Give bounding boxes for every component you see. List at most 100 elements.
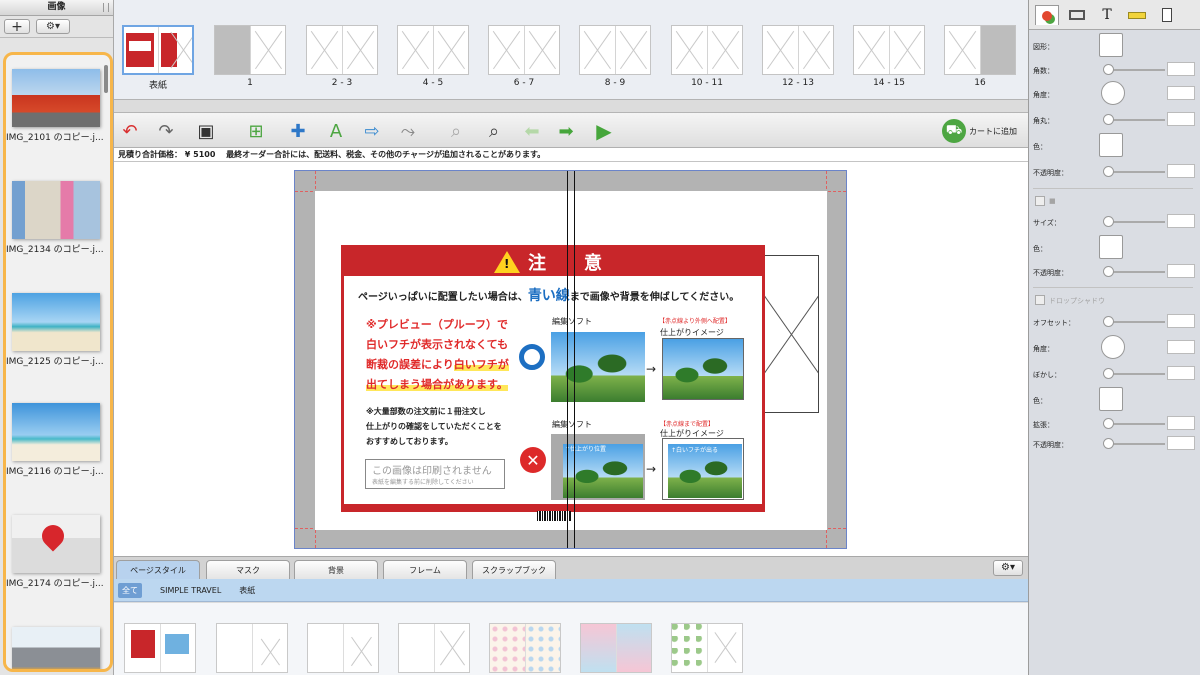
ruler-tab-icon[interactable] [1125, 5, 1149, 25]
template-thumb[interactable] [124, 623, 196, 673]
angle-field[interactable] [1167, 86, 1195, 100]
template-thumb[interactable] [489, 623, 561, 673]
shadow-spread-field[interactable] [1167, 416, 1195, 430]
photo-frame-placeholder[interactable] [763, 255, 819, 413]
border-opacity-slider[interactable] [1103, 266, 1114, 277]
border-opacity-field[interactable] [1167, 264, 1195, 278]
tab-page-style[interactable]: ページスタイル [116, 560, 200, 580]
filter-cover[interactable]: 表紙 [239, 585, 255, 596]
border-size-field[interactable] [1167, 214, 1195, 228]
fill-color-swatch[interactable] [1099, 133, 1123, 157]
image-thumbnail[interactable] [12, 293, 100, 351]
import-icon[interactable]: ⤳ [396, 119, 420, 143]
template-thumb[interactable] [398, 623, 470, 673]
list-item[interactable]: IMG_2101 のコピー.j... [6, 69, 107, 143]
text-tab-icon[interactable]: T [1095, 5, 1119, 25]
image-thumbnail[interactable] [12, 403, 100, 461]
border-size-slider[interactable] [1103, 216, 1114, 227]
page-thumb[interactable]: 6 - 7 [488, 25, 560, 88]
template-thumb[interactable] [307, 623, 379, 673]
add-page-icon[interactable]: ⊞ [244, 119, 268, 143]
zoom-out-icon[interactable]: ⌕ [444, 119, 468, 143]
shadow-offset-slider[interactable] [1103, 316, 1114, 327]
shadow-spread-slider[interactable] [1103, 418, 1114, 429]
page-thumb[interactable]: 12 - 13 [762, 25, 834, 88]
template-thumb[interactable] [580, 623, 652, 673]
page-thumb[interactable]: 1 [214, 25, 286, 88]
frame-tab-icon[interactable] [1065, 5, 1089, 25]
save-icon[interactable]: ▣ [194, 119, 218, 143]
shadow-offset-field[interactable] [1167, 314, 1195, 328]
angle-dial[interactable] [1101, 81, 1125, 105]
cover-page[interactable]: ! 注 意 ページいっぱいに配置したい場合は、青い線まで画像や背景を伸ばしてくだ… [315, 191, 827, 530]
page-thumb[interactable]: 8 - 9 [579, 25, 651, 88]
opacity-slider[interactable] [1103, 166, 1114, 177]
template-thumb[interactable] [216, 623, 288, 673]
page-thumb[interactable]: 4 - 5 [397, 25, 469, 88]
shadow-opacity-field[interactable] [1167, 436, 1195, 450]
shadow-angle-field[interactable] [1167, 340, 1195, 354]
image-thumbnail[interactable] [12, 627, 100, 669]
template-thumb[interactable] [671, 623, 743, 673]
list-item[interactable]: IMG_2174 のコピー.j... [6, 515, 107, 589]
shape-swatch[interactable] [1099, 33, 1123, 57]
list-item[interactable] [9, 627, 107, 669]
page-thumb[interactable]: 14 - 15 [853, 25, 925, 88]
page-thumb[interactable]: 10 - 11 [671, 25, 743, 88]
shadow-color-swatch[interactable] [1099, 387, 1123, 411]
page-label: 16 [974, 78, 986, 88]
corners-field[interactable] [1167, 62, 1195, 76]
export-icon[interactable]: ⇨ [360, 119, 384, 143]
image-thumbnail[interactable] [12, 181, 100, 239]
image-list[interactable]: IMG_2101 のコピー.j... IMG_2134 のコピー.j... IM… [3, 52, 113, 672]
add-text-icon[interactable]: A [324, 119, 348, 143]
inspector-panel: T 図形： 角数： 角度： 角丸： 色： 不透明度： ■ サイズ： 色： 不透明… [1028, 0, 1200, 675]
redo-icon[interactable]: ↷ [154, 119, 178, 143]
tab-mask[interactable]: マスク [206, 560, 290, 580]
resize-grip-icon[interactable] [103, 3, 109, 12]
image-settings-button[interactable]: ⚙▾ [36, 19, 70, 34]
page-thumb[interactable]: 2 - 3 [306, 25, 378, 88]
play-icon[interactable]: ▶ [592, 119, 616, 143]
tab-scrapbook[interactable]: スクラップブック [472, 560, 556, 580]
list-item[interactable]: IMG_2125 のコピー.j... [6, 293, 107, 367]
warning-notice-image[interactable]: ! 注 意 ページいっぱいに配置したい場合は、青い線まで画像や背景を伸ばしてくだ… [341, 245, 765, 512]
shape-tab-icon[interactable] [1035, 5, 1059, 25]
undo-icon[interactable]: ↶ [118, 119, 142, 143]
image-thumbnail[interactable] [12, 515, 100, 573]
list-item[interactable]: IMG_2134 のコピー.j... [6, 181, 107, 255]
corners-slider[interactable] [1103, 64, 1114, 75]
shadow-blur-row: ぼかし： [1033, 364, 1197, 384]
add-to-cart-button[interactable]: ⛟ カートに追加 [942, 119, 1017, 143]
tab-frame[interactable]: フレーム [383, 560, 467, 580]
page-thumb[interactable]: 16 [944, 25, 1016, 88]
add-image-icon[interactable]: ✚ [286, 119, 310, 143]
shadow-checkbox[interactable] [1035, 295, 1045, 305]
zoom-in-icon[interactable]: ⌕ [482, 119, 506, 143]
border-color-swatch[interactable] [1099, 235, 1123, 259]
shadow-angle-dial[interactable] [1101, 335, 1125, 359]
border-checkbox[interactable] [1035, 196, 1045, 206]
opacity-field[interactable] [1167, 164, 1195, 178]
shadow-blur-field[interactable] [1167, 366, 1195, 380]
back-arrow-icon[interactable]: ⬅ [520, 119, 544, 143]
add-image-button[interactable]: + [4, 19, 30, 34]
rounding-field[interactable] [1167, 112, 1195, 126]
rounding-slider[interactable] [1103, 114, 1114, 125]
image-thumbnail[interactable] [12, 69, 100, 127]
list-item[interactable]: IMG_2116 のコピー.j... [6, 403, 107, 477]
tab-settings-button[interactable]: ⚙▾ [993, 560, 1023, 576]
shadow-blur-slider[interactable] [1103, 368, 1114, 379]
notice-headline: ページいっぱいに配置したい場合は、青い線まで画像や背景を伸ばしてください。 [358, 288, 740, 304]
image-caption: IMG_2174 のコピー.j... [6, 579, 104, 589]
forward-arrow-icon[interactable]: ➡ [554, 119, 578, 143]
tab-background[interactable]: 背景 [294, 560, 378, 580]
page-thumb-cover[interactable]: 表紙 [122, 25, 194, 91]
filter-simple-travel[interactable]: SIMPLE TRAVEL [160, 586, 221, 595]
editing-canvas[interactable]: ! 注 意 ページいっぱいに配置したい場合は、青い線まで画像や背景を伸ばしてくだ… [114, 162, 1028, 556]
cover-spread[interactable]: ! 注 意 ページいっぱいに配置したい場合は、青い線まで画像や背景を伸ばしてくだ… [294, 170, 847, 549]
page-tab-icon[interactable] [1155, 5, 1179, 25]
shadow-opacity-slider[interactable] [1103, 438, 1114, 449]
border-opacity-row: 不透明度： [1033, 262, 1197, 282]
filter-all[interactable]: 全て [118, 582, 142, 598]
